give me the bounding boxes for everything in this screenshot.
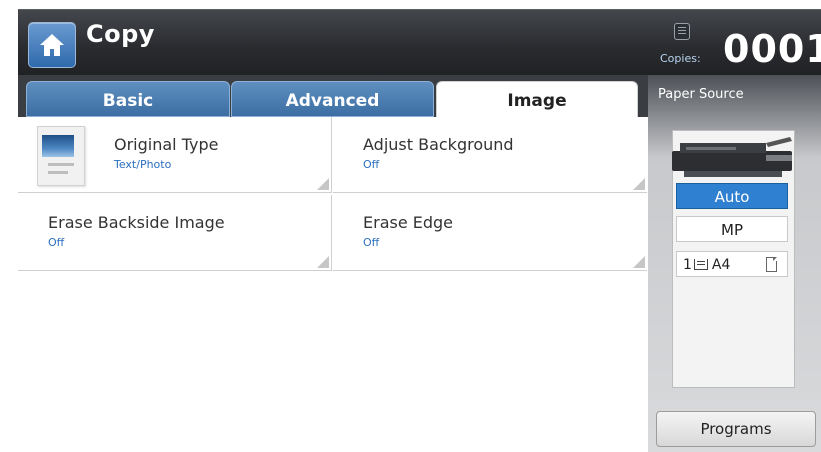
copies-count[interactable]: 0001 <box>723 27 821 71</box>
home-button[interactable] <box>28 22 76 68</box>
home-icon <box>40 34 64 56</box>
source-tray1-button[interactable]: 1 A4 <box>676 251 788 277</box>
tab-basic[interactable]: Basic <box>26 81 230 117</box>
option-value: Text/Photo <box>114 158 172 171</box>
programs-button[interactable]: Programs <box>656 411 816 447</box>
tray-number: 1 <box>683 257 692 273</box>
paper-size: A4 <box>711 257 731 273</box>
option-adjust-background[interactable]: Adjust Background Off <box>333 117 647 193</box>
source-mp-button[interactable]: MP <box>676 216 788 242</box>
paper-source-panel: Paper Source Auto MP 1 A4 Programs <box>648 75 821 452</box>
options-panel: Original Type Text/Photo Adjust Backgrou… <box>18 117 648 452</box>
header-bar: Copy Copies: 0001 <box>18 9 821 76</box>
option-title: Original Type <box>114 135 219 154</box>
frame-top <box>0 0 821 9</box>
frame-left <box>0 9 18 452</box>
option-value: Off <box>48 236 65 249</box>
original-type-icon <box>37 126 85 186</box>
option-value: Off <box>363 158 380 171</box>
app-title: Copy <box>86 20 155 48</box>
option-erase-edge[interactable]: Erase Edge Off <box>333 195 647 271</box>
option-title: Erase Backside Image <box>48 213 225 232</box>
tray-icon <box>693 259 708 270</box>
option-value: Off <box>363 236 380 249</box>
printer-icon <box>672 137 792 177</box>
option-title: Adjust Background <box>363 135 514 154</box>
tab-strip: Basic Advanced Image <box>18 75 648 117</box>
paper-icon <box>766 257 777 272</box>
tab-advanced[interactable]: Advanced <box>231 81 434 117</box>
counter-icon <box>674 23 690 40</box>
copies-label: Copies: <box>660 52 701 65</box>
option-original-type[interactable]: Original Type Text/Photo <box>18 117 332 193</box>
source-auto-button[interactable]: Auto <box>676 183 788 209</box>
option-erase-backside-image[interactable]: Erase Backside Image Off <box>18 195 332 271</box>
paper-source-label: Paper Source <box>658 87 744 102</box>
option-title: Erase Edge <box>363 213 454 232</box>
tab-image[interactable]: Image <box>436 81 638 117</box>
